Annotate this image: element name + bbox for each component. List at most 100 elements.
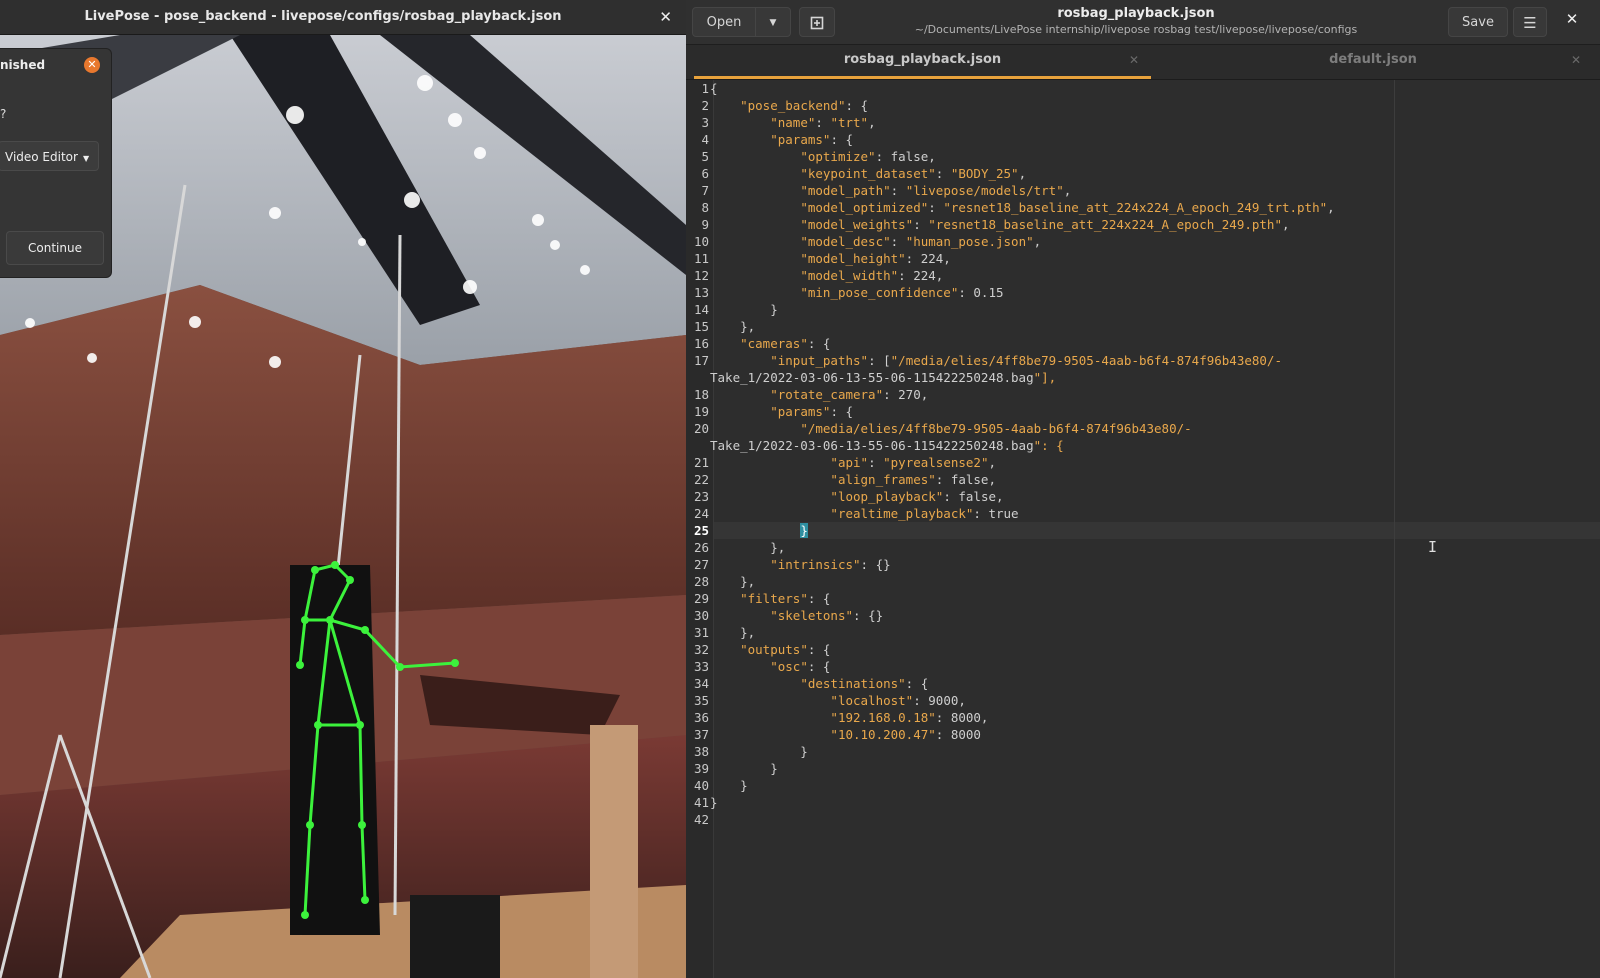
code-line: }: [710, 778, 748, 793]
tab-default[interactable]: default.json ✕: [1153, 45, 1593, 79]
line-number: 5: [701, 149, 709, 164]
close-icon[interactable]: ✕: [659, 8, 672, 26]
code-line: "name": "trt",: [770, 115, 876, 130]
line-number: 13: [693, 285, 709, 300]
tab-label: rosbag_playback.json: [843, 52, 1002, 67]
chevron-down-icon: ▼: [769, 18, 777, 28]
line-number: 14: [693, 302, 709, 317]
new-document-icon: [810, 16, 824, 30]
line-number: 20: [693, 421, 709, 436]
line-number: [686, 437, 709, 454]
chevron-down-icon: ▼: [82, 154, 90, 163]
finished-dialog: nished ✕ ? Video Editor ▼ Continue: [0, 48, 112, 278]
line-number: 37: [693, 727, 709, 742]
code-line: "destinations": {: [800, 676, 929, 691]
line-number: 19: [693, 404, 709, 419]
code-line: "10.10.200.47": 8000: [830, 727, 981, 742]
code-line: }: [710, 761, 778, 776]
code-line: "model_weights": "resnet18_baseline_att_…: [800, 217, 1290, 232]
line-number: 23: [693, 489, 709, 504]
line-number: 42: [693, 812, 709, 827]
tab-rosbag-playback[interactable]: rosbag_playback.json ✕: [694, 45, 1151, 79]
code-line: "api": "pyrealsense2",: [830, 455, 997, 470]
hamburger-menu-icon[interactable]: ☰: [1513, 7, 1547, 37]
code-line: }: [710, 302, 778, 317]
current-line-highlight: [714, 522, 1600, 539]
close-icon[interactable]: ✕: [84, 57, 100, 73]
line-number: 36: [693, 710, 709, 725]
open-recent-button[interactable]: ▼: [755, 7, 791, 37]
close-icon[interactable]: ✕: [1129, 45, 1139, 75]
continue-button[interactable]: Continue: [6, 231, 104, 265]
code-line: "loop_playback": false,: [830, 489, 1004, 504]
line-number: 24: [693, 506, 709, 521]
line-number: 27: [693, 557, 709, 572]
line-number: 11: [693, 251, 709, 266]
code-line: "keypoint_dataset": "BODY_25",: [800, 166, 1027, 181]
code-line: {: [710, 81, 718, 96]
code-line: "filters": {: [740, 591, 831, 606]
document-tabs: rosbag_playback.json ✕ default.json ✕: [686, 45, 1600, 80]
livepose-window: LivePose - pose_backend - livepose/confi…: [0, 0, 686, 978]
code-line: },: [710, 574, 756, 589]
line-number: 31: [693, 625, 709, 640]
document-title: rosbag_playback.json: [1057, 6, 1215, 21]
code-line: "align_frames": false,: [830, 472, 996, 487]
line-number: 26: [693, 540, 709, 555]
line-number: 3: [701, 115, 709, 130]
code-line: "realtime_playback": true: [830, 506, 1019, 521]
code-line: }: [800, 523, 808, 538]
code-line: }: [710, 744, 808, 759]
code-line: Take_1/2022-03-06-13-55-06-115422250248.…: [710, 370, 1057, 385]
code-line: "osc": {: [770, 659, 831, 674]
code-line: Take_1/2022-03-06-13-55-06-115422250248.…: [710, 438, 1064, 453]
line-number: 33: [693, 659, 709, 674]
code-line: "skeletons": {}: [770, 608, 884, 623]
line-number: 28: [693, 574, 709, 589]
tab-label: default.json: [1329, 52, 1417, 67]
code-line: "rotate_camera": 270,: [770, 387, 929, 402]
right-margin-guide: [1394, 80, 1395, 978]
code-line: "input_paths": ["/media/elies/4ff8be79-9…: [770, 353, 1282, 368]
line-number: 1: [701, 81, 709, 96]
dialog-question: ?: [0, 107, 7, 121]
line-number: 18: [693, 387, 709, 402]
line-number: 29: [693, 591, 709, 606]
new-document-button[interactable]: [799, 7, 835, 37]
code-line: }: [710, 795, 718, 810]
line-number: 9: [701, 217, 709, 232]
stage-monitor: [410, 895, 500, 978]
code-line: "model_height": 224,: [800, 251, 951, 266]
mouse-cursor-icon: I: [1428, 538, 1438, 556]
line-number: [686, 369, 709, 386]
line-number: 12: [693, 268, 709, 283]
line-number: 17: [693, 353, 709, 368]
code-line: "params": {: [770, 404, 854, 419]
save-button[interactable]: Save: [1448, 7, 1508, 37]
line-number: 38: [693, 744, 709, 759]
livepose-window-title: LivePose - pose_backend - livepose/confi…: [84, 9, 562, 24]
code-line: },: [710, 540, 786, 555]
close-icon[interactable]: ✕: [1571, 45, 1581, 75]
code-line: "model_desc": "human_pose.json",: [800, 234, 1042, 249]
close-icon[interactable]: ✕: [1560, 10, 1584, 28]
line-number: 21: [693, 455, 709, 470]
podium-post: [590, 725, 638, 978]
line-number: 22: [693, 472, 709, 487]
code-line: },: [710, 319, 756, 334]
line-number: 15: [693, 319, 709, 334]
code-line: "pose_backend": {: [740, 98, 869, 113]
code-line: "min_pose_confidence": 0.15: [800, 285, 1004, 300]
code-editor[interactable]: 1 2 3 4 5 6 7 8 9 10 11 12 13 14 15 16 17 18 19 20 21 22 23 24 2…: [686, 80, 1600, 978]
line-number: 16: [693, 336, 709, 351]
editor-headerbar: Open ▼ rosbag_playback.json ~/Documents/…: [686, 0, 1600, 45]
code-line: "outputs": {: [740, 642, 831, 657]
open-button[interactable]: Open: [692, 7, 756, 37]
line-number: 25: [693, 523, 709, 538]
code-line: "intrinsics": {}: [770, 557, 891, 572]
line-number: 34: [693, 676, 709, 691]
app-select[interactable]: Video Editor ▼: [0, 141, 99, 171]
code-line: "192.168.0.18": 8000,: [830, 710, 989, 725]
line-number: 6: [701, 166, 709, 181]
line-number: 32: [693, 642, 709, 657]
